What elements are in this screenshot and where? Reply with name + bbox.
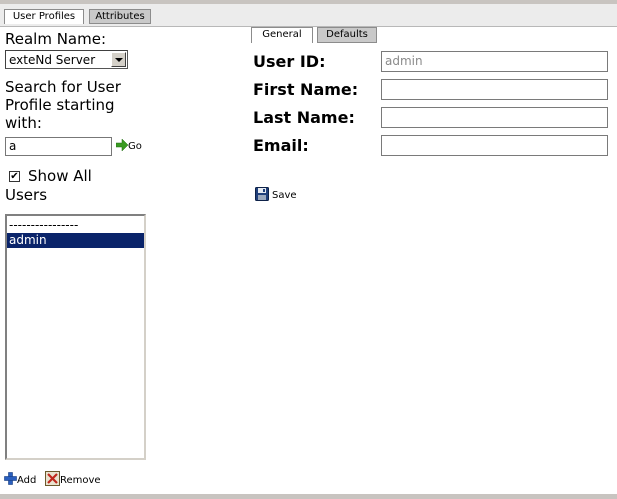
window-bottom-border	[0, 494, 617, 499]
dropdown-arrow-icon[interactable]	[111, 52, 126, 67]
users-label: Users	[5, 186, 48, 204]
tab-user-profiles[interactable]: User Profiles	[4, 9, 84, 24]
realm-select-value: exteNd Server	[9, 53, 96, 67]
users-listbox[interactable]: ---------------- admin	[5, 214, 146, 460]
realm-name-label: Realm Name:	[5, 30, 107, 48]
tab-attributes[interactable]: Attributes	[89, 9, 151, 24]
realm-select[interactable]: exteNd Server	[5, 50, 128, 69]
go-arrow-icon	[116, 139, 128, 151]
remove-icon	[45, 471, 60, 486]
search-label-line-3: with:	[5, 114, 42, 132]
list-item-separator[interactable]: ----------------	[7, 218, 144, 233]
user-id-field: admin	[381, 51, 608, 72]
search-input[interactable]: a	[5, 137, 112, 156]
remove-button-label: Remove	[60, 475, 101, 486]
search-label-line-2: Profile starting	[5, 96, 115, 114]
go-button[interactable]: Go	[116, 139, 142, 152]
save-button[interactable]: Save	[255, 187, 297, 202]
email-label: Email:	[253, 136, 309, 155]
add-button-label: Add	[17, 475, 37, 486]
show-all-label: Show All	[28, 167, 92, 185]
last-name-field[interactable]	[381, 107, 608, 128]
plus-icon	[4, 472, 17, 485]
remove-button[interactable]: Remove	[45, 471, 101, 487]
save-button-label: Save	[272, 190, 297, 201]
tab-defaults[interactable]: Defaults	[317, 27, 377, 43]
go-button-label: Go	[128, 141, 142, 152]
search-label-line-1: Search for User	[5, 78, 121, 96]
first-name-label: First Name:	[253, 80, 359, 99]
add-button[interactable]: Add	[4, 472, 36, 487]
email-field[interactable]	[381, 135, 608, 156]
show-all-checkbox[interactable]: ✔	[9, 171, 20, 182]
main-tab-strip: User Profiles Attributes	[0, 4, 617, 27]
user-id-label: User ID:	[253, 52, 326, 71]
first-name-field[interactable]	[381, 79, 608, 100]
list-item-admin[interactable]: admin	[7, 233, 144, 248]
floppy-disk-icon	[255, 187, 269, 201]
tab-general[interactable]: General	[251, 27, 313, 43]
last-name-label: Last Name:	[253, 108, 355, 127]
